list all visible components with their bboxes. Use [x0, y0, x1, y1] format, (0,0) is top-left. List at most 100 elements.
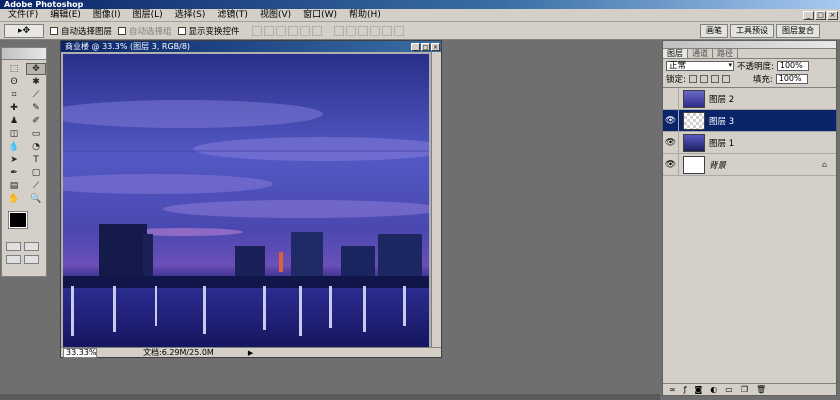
menu-edit[interactable]: 编辑(E) — [44, 9, 87, 22]
new-layer-icon[interactable]: ❐ — [741, 385, 748, 394]
auto-select-layer-checkbox[interactable] — [50, 26, 58, 35]
blur-tool-icon[interactable]: 💧 — [4, 141, 24, 153]
menu-filter[interactable]: 滤镜(T) — [211, 9, 254, 22]
auto-select-group-option[interactable]: 自动选择组 — [118, 25, 172, 37]
doc-maximize-button[interactable]: □ — [421, 42, 430, 51]
layer-row-background[interactable]: 👁 背景 ⌂ — [663, 153, 836, 176]
show-transform-checkbox[interactable] — [177, 26, 186, 35]
dodge-tool-icon[interactable]: ◔ — [26, 141, 46, 153]
path-selection-tool-icon[interactable]: ➤ — [4, 154, 24, 166]
opacity-field[interactable]: 100% — [776, 60, 809, 71]
menu-select[interactable]: 选择(S) — [169, 9, 212, 22]
layer-list: 图层 2 👁 图层 3 👁 图层 1 👁 背景 ⌂ — [663, 87, 836, 367]
eyedropper-tool-icon[interactable]: ⟋ — [26, 180, 46, 192]
menu-file[interactable]: 文件(F) — [2, 9, 44, 22]
document-info: 文档:6.29M/25.0M — [143, 348, 214, 357]
distribute-center-icon[interactable] — [381, 25, 392, 36]
marquee-tool-icon[interactable]: ⬚ — [4, 63, 24, 75]
zoom-tool-icon[interactable]: 🔍 — [26, 193, 46, 205]
night-city-photo[interactable] — [63, 54, 429, 347]
lock-position-icon[interactable] — [710, 74, 719, 83]
lock-all-icon[interactable] — [721, 74, 730, 83]
clone-stamp-tool-icon[interactable]: ♟ — [4, 115, 24, 127]
align-right-icon[interactable] — [311, 25, 322, 36]
align-middle-icon[interactable] — [263, 25, 274, 36]
full-screen-menu-icon[interactable] — [24, 255, 39, 264]
link-layers-icon[interactable]: ∞ — [669, 385, 676, 394]
lock-pixels-icon[interactable] — [699, 74, 708, 83]
align-top-icon[interactable] — [251, 25, 262, 36]
brush-tool-icon[interactable]: ✎ — [26, 102, 46, 114]
history-brush-tool-icon[interactable]: ✐ — [26, 115, 46, 127]
foreground-color-swatch[interactable] — [8, 211, 28, 229]
menu-window[interactable]: 窗口(W) — [297, 9, 343, 22]
lock-transparency-icon[interactable] — [688, 74, 697, 83]
document-title-bar[interactable]: 商业楼 @ 33.3% (图层 3, RGB/8) _ □ × — [61, 41, 441, 52]
standard-screen-icon[interactable] — [6, 255, 21, 264]
align-left-icon[interactable] — [287, 25, 298, 36]
distribute-middle-icon[interactable] — [345, 25, 356, 36]
shape-tool-icon[interactable]: ▢ — [26, 167, 46, 179]
eye-icon[interactable]: 👁 — [663, 131, 679, 154]
quick-mask-mode-icon[interactable] — [24, 242, 39, 251]
align-bottom-icon[interactable] — [275, 25, 286, 36]
standard-mode-icon[interactable] — [6, 242, 21, 251]
add-mask-icon[interactable]: ◙ — [695, 385, 703, 394]
layers-palette-header[interactable] — [663, 41, 836, 49]
slice-tool-icon[interactable]: ⟋ — [26, 89, 46, 101]
type-tool-icon[interactable]: T — [26, 154, 46, 166]
move-tool-icon[interactable]: ✥ — [26, 63, 46, 75]
menu-image[interactable]: 图像(I) — [87, 9, 127, 22]
tool-presets-tab[interactable]: 工具预设 — [730, 23, 774, 38]
layer-row-layer1[interactable]: 👁 图层 1 — [663, 131, 836, 154]
tab-layers[interactable]: 图层 — [663, 49, 688, 58]
brushes-tab[interactable]: 画笔 — [700, 23, 728, 38]
eye-icon[interactable]: 👁 — [663, 153, 679, 176]
close-button[interactable]: × — [827, 10, 838, 20]
maximize-button[interactable]: □ — [815, 10, 826, 20]
hand-tool-icon[interactable]: ✋ — [4, 193, 24, 205]
auto-select-group-checkbox[interactable] — [118, 26, 127, 35]
layer-row-layer2[interactable]: 图层 2 — [663, 87, 836, 110]
crop-tool-icon[interactable]: ⌗ — [4, 89, 24, 101]
align-center-icon[interactable] — [299, 25, 310, 36]
pen-tool-icon[interactable]: ✒ — [4, 167, 24, 179]
canvas-area[interactable] — [61, 52, 433, 349]
vertical-scrollbar[interactable] — [431, 52, 441, 349]
menu-help[interactable]: 帮助(H) — [343, 9, 387, 22]
options-bar: ▸✥ 自动选择图层 自动选择组 显示变换控件 画笔 工具预设 图层复合 — [0, 22, 840, 40]
tab-paths[interactable]: 路径 — [713, 49, 738, 58]
distribute-bottom-icon[interactable] — [357, 25, 368, 36]
adjustment-layer-icon[interactable]: ◐ — [710, 385, 717, 394]
visibility-toggle[interactable] — [663, 87, 679, 110]
eye-icon[interactable]: 👁 — [663, 109, 679, 132]
distribute-left-icon[interactable] — [369, 25, 380, 36]
distribute-right-icon[interactable] — [393, 25, 404, 36]
magic-wand-tool-icon[interactable]: ✱ — [26, 76, 46, 88]
tab-channels[interactable]: 通道 — [688, 49, 713, 58]
eraser-tool-icon[interactable]: ◫ — [4, 128, 24, 140]
blend-mode-select[interactable]: 正常 — [666, 60, 734, 71]
toolbox-header[interactable] — [2, 48, 46, 60]
delete-layer-icon[interactable]: 🗑 — [756, 385, 766, 394]
menu-layer[interactable]: 图层(L) — [127, 9, 169, 22]
layer-row-layer3[interactable]: 👁 图层 3 — [663, 109, 836, 132]
lasso-tool-icon[interactable]: ʘ — [4, 76, 24, 88]
new-group-icon[interactable]: ▭ — [725, 385, 733, 394]
healing-brush-tool-icon[interactable]: ✚ — [4, 102, 24, 114]
zoom-level-field[interactable]: 33.33% — [63, 347, 97, 358]
doc-minimize-button[interactable]: _ — [411, 42, 420, 51]
show-transform-option[interactable]: 显示变换控件 — [177, 25, 240, 37]
status-menu-arrow-icon[interactable]: ▶ — [248, 349, 253, 357]
fill-field[interactable]: 100% — [775, 73, 808, 84]
menu-view[interactable]: 视图(V) — [254, 9, 297, 22]
tool-preset-picker[interactable]: ▸✥ — [4, 23, 44, 38]
gradient-tool-icon[interactable]: ▭ — [26, 128, 46, 140]
doc-close-button[interactable]: × — [431, 42, 440, 51]
minimize-button[interactable]: _ — [803, 10, 814, 20]
layer-comps-tab[interactable]: 图层复合 — [776, 23, 820, 38]
notes-tool-icon[interactable]: ▤ — [4, 180, 24, 192]
distribute-top-icon[interactable] — [333, 25, 344, 36]
add-layer-style-icon[interactable]: ƒ — [684, 385, 687, 394]
auto-select-layer-option[interactable]: 自动选择图层 — [50, 25, 112, 37]
